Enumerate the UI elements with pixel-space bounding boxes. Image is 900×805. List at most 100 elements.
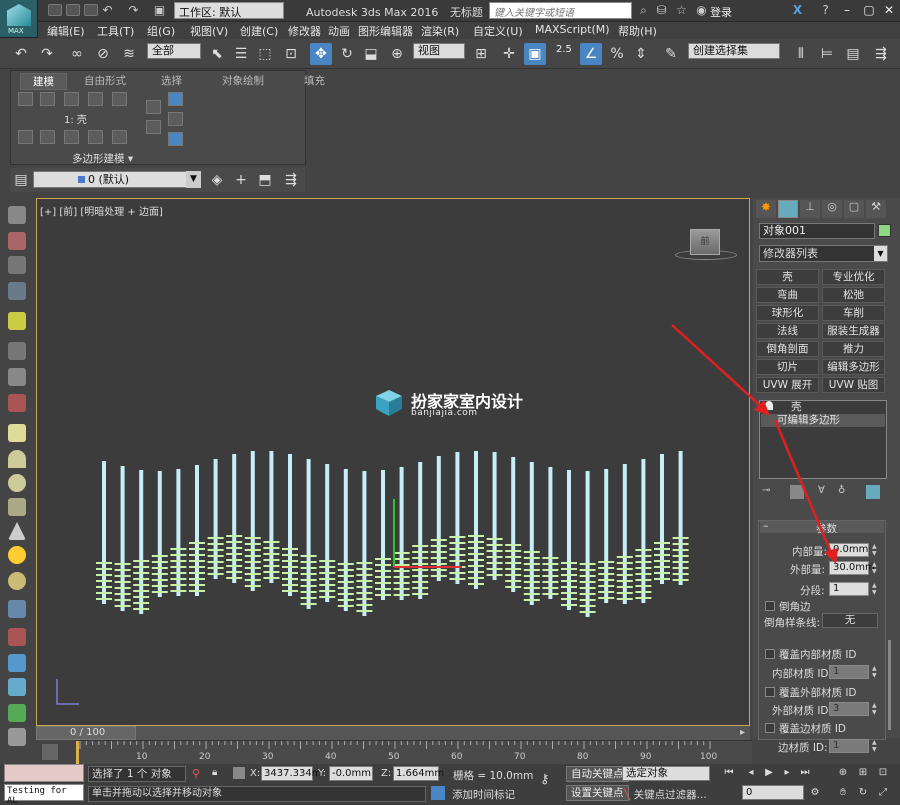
motion-tab-icon[interactable]: ◎ — [822, 200, 842, 218]
spinner-snap-icon[interactable]: ⇕ — [630, 43, 652, 65]
select-scale-icon[interactable]: ⬓ — [360, 43, 382, 65]
placement-icon[interactable]: ⊕ — [386, 43, 408, 65]
align-icon[interactable]: ⊨ — [816, 43, 838, 65]
modifier-button-relax[interactable]: 松弛 — [822, 287, 885, 303]
menu-graph-editors[interactable]: 图形编辑器 — [358, 23, 413, 39]
inner-amount-input[interactable]: 0.0mm — [829, 543, 869, 557]
stack-item-editable-poly[interactable]: 可编辑多边形 — [761, 414, 885, 427]
edge-mat-id-input[interactable]: 1 — [829, 739, 869, 753]
menu-rendering[interactable]: 渲染(R) — [421, 23, 459, 39]
ribbon-tool-5-icon[interactable] — [112, 130, 127, 144]
ribbon-tab-freeform[interactable]: 自由形式 — [84, 73, 126, 88]
new-file-icon[interactable] — [48, 4, 62, 16]
select-in-layer-icon[interactable]: ⬒ — [254, 169, 276, 191]
selection-region-icon[interactable]: ⬚ — [254, 43, 276, 65]
modifier-button-garment-maker[interactable]: 服装生成器 — [822, 323, 885, 339]
outer-mat-id-input[interactable]: 3 — [829, 702, 869, 716]
camera-icon[interactable] — [8, 342, 26, 360]
edge-mat-id-spinner-icon[interactable]: ▲ ▼ — [872, 739, 879, 753]
redo-icon[interactable]: ↷ — [36, 43, 58, 65]
remove-modifier-icon[interactable]: ♁ — [838, 485, 852, 499]
maximize-viewport-icon[interactable]: ⤢ — [876, 786, 890, 800]
percent-snap-icon[interactable]: % — [606, 43, 628, 65]
object-color-swatch[interactable] — [878, 224, 891, 237]
edge-mode-icon[interactable] — [40, 92, 55, 106]
undo-icon[interactable]: ↶ — [10, 43, 32, 65]
absolute-mode-icon[interactable] — [233, 767, 245, 779]
mirror-icon[interactable]: ⫴ — [790, 43, 812, 65]
exchange-icon[interactable]: X — [790, 3, 805, 18]
open-file-icon[interactable] — [66, 4, 80, 16]
geosphere-icon[interactable] — [8, 572, 26, 590]
modifier-button-spherify[interactable]: 球形化 — [756, 305, 819, 321]
select-object-icon[interactable]: ⬉ — [206, 43, 228, 65]
viewport-front[interactable] — [36, 198, 750, 726]
border-mode-icon[interactable] — [64, 92, 79, 106]
segments-spinner-icon[interactable]: ▲ ▼ — [872, 582, 879, 596]
select-manipulate-icon[interactable]: ✛ — [498, 43, 520, 65]
selection-filter-dropdown[interactable]: 全部 — [147, 43, 201, 59]
orbit-icon[interactable]: ↻ — [856, 786, 870, 800]
outer-amount-input[interactable]: 30.0mm — [829, 561, 875, 575]
modifier-button-normal[interactable]: 法线 — [756, 323, 819, 339]
menu-create[interactable]: 创建(C) — [240, 23, 278, 39]
render-setup-icon[interactable] — [8, 232, 26, 250]
ribbon-tool-2-icon[interactable] — [40, 130, 55, 144]
panel-scrollbar[interactable] — [888, 640, 891, 730]
menu-customize[interactable]: 自定义(U) — [473, 23, 523, 39]
link-icon[interactable]: ∞ — [66, 43, 88, 65]
project-folder-icon[interactable]: ▣ — [152, 3, 167, 18]
ribbon-panel-label[interactable]: 多边形建模 ▾ — [72, 151, 133, 166]
ribbon-tab-modeling[interactable]: 建模 — [20, 73, 67, 90]
dots-icon[interactable] — [8, 600, 26, 618]
toggle-ribbon-icon[interactable]: ⇶ — [870, 43, 892, 65]
foliage-icon[interactable] — [8, 704, 26, 722]
teapot-icon[interactable] — [8, 206, 26, 224]
help-icon[interactable]: ? — [818, 3, 833, 18]
pin-stack-icon[interactable]: ⊸ — [762, 485, 776, 499]
hierarchy-tab-icon[interactable]: ⊥ — [800, 200, 820, 218]
ribbon-side-4-icon[interactable] — [168, 112, 183, 126]
modifier-button-unwrap-uvw[interactable]: UVW 展开 — [756, 377, 819, 393]
modifier-list-dropdown[interactable]: 修改器列表 — [759, 245, 888, 262]
utilities-tab-icon[interactable]: ⚒ — [866, 200, 886, 218]
app-logo-button[interactable]: MAX — [0, 0, 38, 38]
angle-snap-icon[interactable]: ∠ — [580, 43, 602, 65]
override-outer-mat-checkbox[interactable] — [765, 687, 775, 697]
show-end-result-icon[interactable] — [790, 485, 804, 499]
login-link[interactable]: 登录 — [710, 4, 732, 20]
named-selection-dropdown[interactable]: 创建选择集 — [688, 43, 780, 59]
edit-named-selection-icon[interactable]: ✎ — [660, 43, 682, 65]
layer-dropdown-arrow-icon[interactable]: ▼ — [186, 171, 201, 188]
bevel-spline-button[interactable]: 无 — [822, 613, 878, 628]
menu-modifiers[interactable]: 修改器 — [288, 23, 321, 39]
ribbon-side-2-icon[interactable] — [146, 120, 161, 134]
outer-mat-id-spinner-icon[interactable]: ▲ ▼ — [872, 702, 879, 716]
hemisphere-icon[interactable] — [8, 450, 26, 468]
key-icon[interactable]: ⚷ — [540, 772, 550, 787]
more-tools-icon[interactable] — [8, 728, 26, 746]
sun-icon[interactable] — [8, 546, 26, 564]
cylinder-icon[interactable] — [8, 498, 26, 516]
zoom-icon[interactable]: ⊕ — [836, 766, 850, 780]
modifier-list-arrow-icon[interactable]: ▼ — [874, 246, 887, 261]
zoom-extents-icon[interactable]: ⊡ — [876, 766, 890, 780]
search-input[interactable]: 键入关键字或短语 — [489, 2, 632, 19]
communication-icon[interactable]: ⛁ — [654, 3, 669, 18]
maxscript-listener-input[interactable] — [4, 764, 84, 782]
add-to-layer-icon[interactable]: + — [230, 169, 252, 191]
user-icon[interactable]: ◉ — [694, 3, 709, 18]
segments-input[interactable]: 1 — [829, 582, 869, 596]
workspace-dropdown[interactable]: 工作区: 默认 — [174, 2, 284, 19]
favorites-icon[interactable]: ☆ — [674, 3, 689, 18]
redo-icon[interactable]: ↷ — [126, 3, 141, 18]
time-tag-icon[interactable] — [431, 786, 445, 800]
select-rotate-icon[interactable]: ↻ — [336, 43, 358, 65]
configure-sets-icon[interactable] — [866, 485, 880, 499]
modifier-button-bevel-profile[interactable]: 倒角剖面 — [756, 341, 819, 357]
ribbon-side-3-icon[interactable] — [168, 92, 183, 106]
pan-icon[interactable]: ✋︎ — [836, 786, 850, 800]
modify-tab-icon[interactable] — [778, 200, 798, 218]
shape-icon[interactable] — [8, 654, 26, 672]
object-name-field[interactable]: 对象001 — [759, 223, 875, 239]
